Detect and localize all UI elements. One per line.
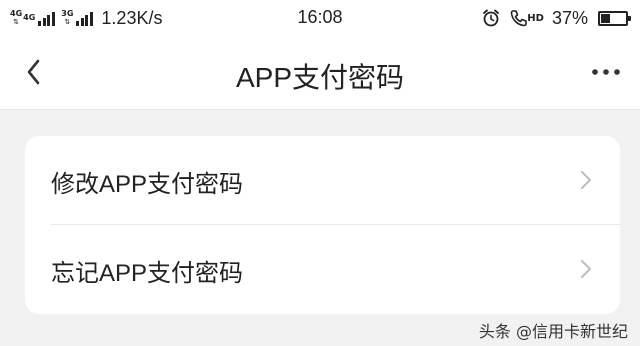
hd-voice-label: HD: [527, 12, 544, 24]
chevron-right-icon: [581, 260, 591, 278]
system-indicators: HD 37%: [481, 6, 631, 30]
menu-item-change-password[interactable]: 修改APP支付密码: [25, 136, 620, 225]
nav-bar: APP支付密码: [0, 36, 640, 110]
chevron-right-icon: [581, 171, 591, 189]
menu-item-forgot-password[interactable]: 忘记APP支付密码: [25, 225, 620, 314]
watermark: 头条 @信用卡新世纪: [478, 322, 628, 341]
page-title: APP支付密码: [235, 62, 405, 93]
battery-percent: 37%: [551, 7, 588, 28]
more-button[interactable]: [586, 54, 626, 90]
menu-item-label: 忘记APP支付密码: [51, 260, 244, 287]
battery-icon: [598, 10, 631, 26]
chevron-left-icon: [27, 59, 40, 85]
status-bar: 4G ⇅ 4G 3G ⇅ 1.23K/s 16:08 HD 37%: [0, 0, 640, 36]
call-icon: HD: [509, 8, 544, 28]
alarm-icon: [481, 8, 501, 28]
more-icon: [592, 69, 620, 75]
battery-level: [601, 13, 610, 23]
menu-item-label: 修改APP支付密码: [51, 171, 244, 198]
settings-card: 修改APP支付密码 忘记APP支付密码: [25, 136, 620, 314]
back-button[interactable]: [16, 54, 52, 90]
